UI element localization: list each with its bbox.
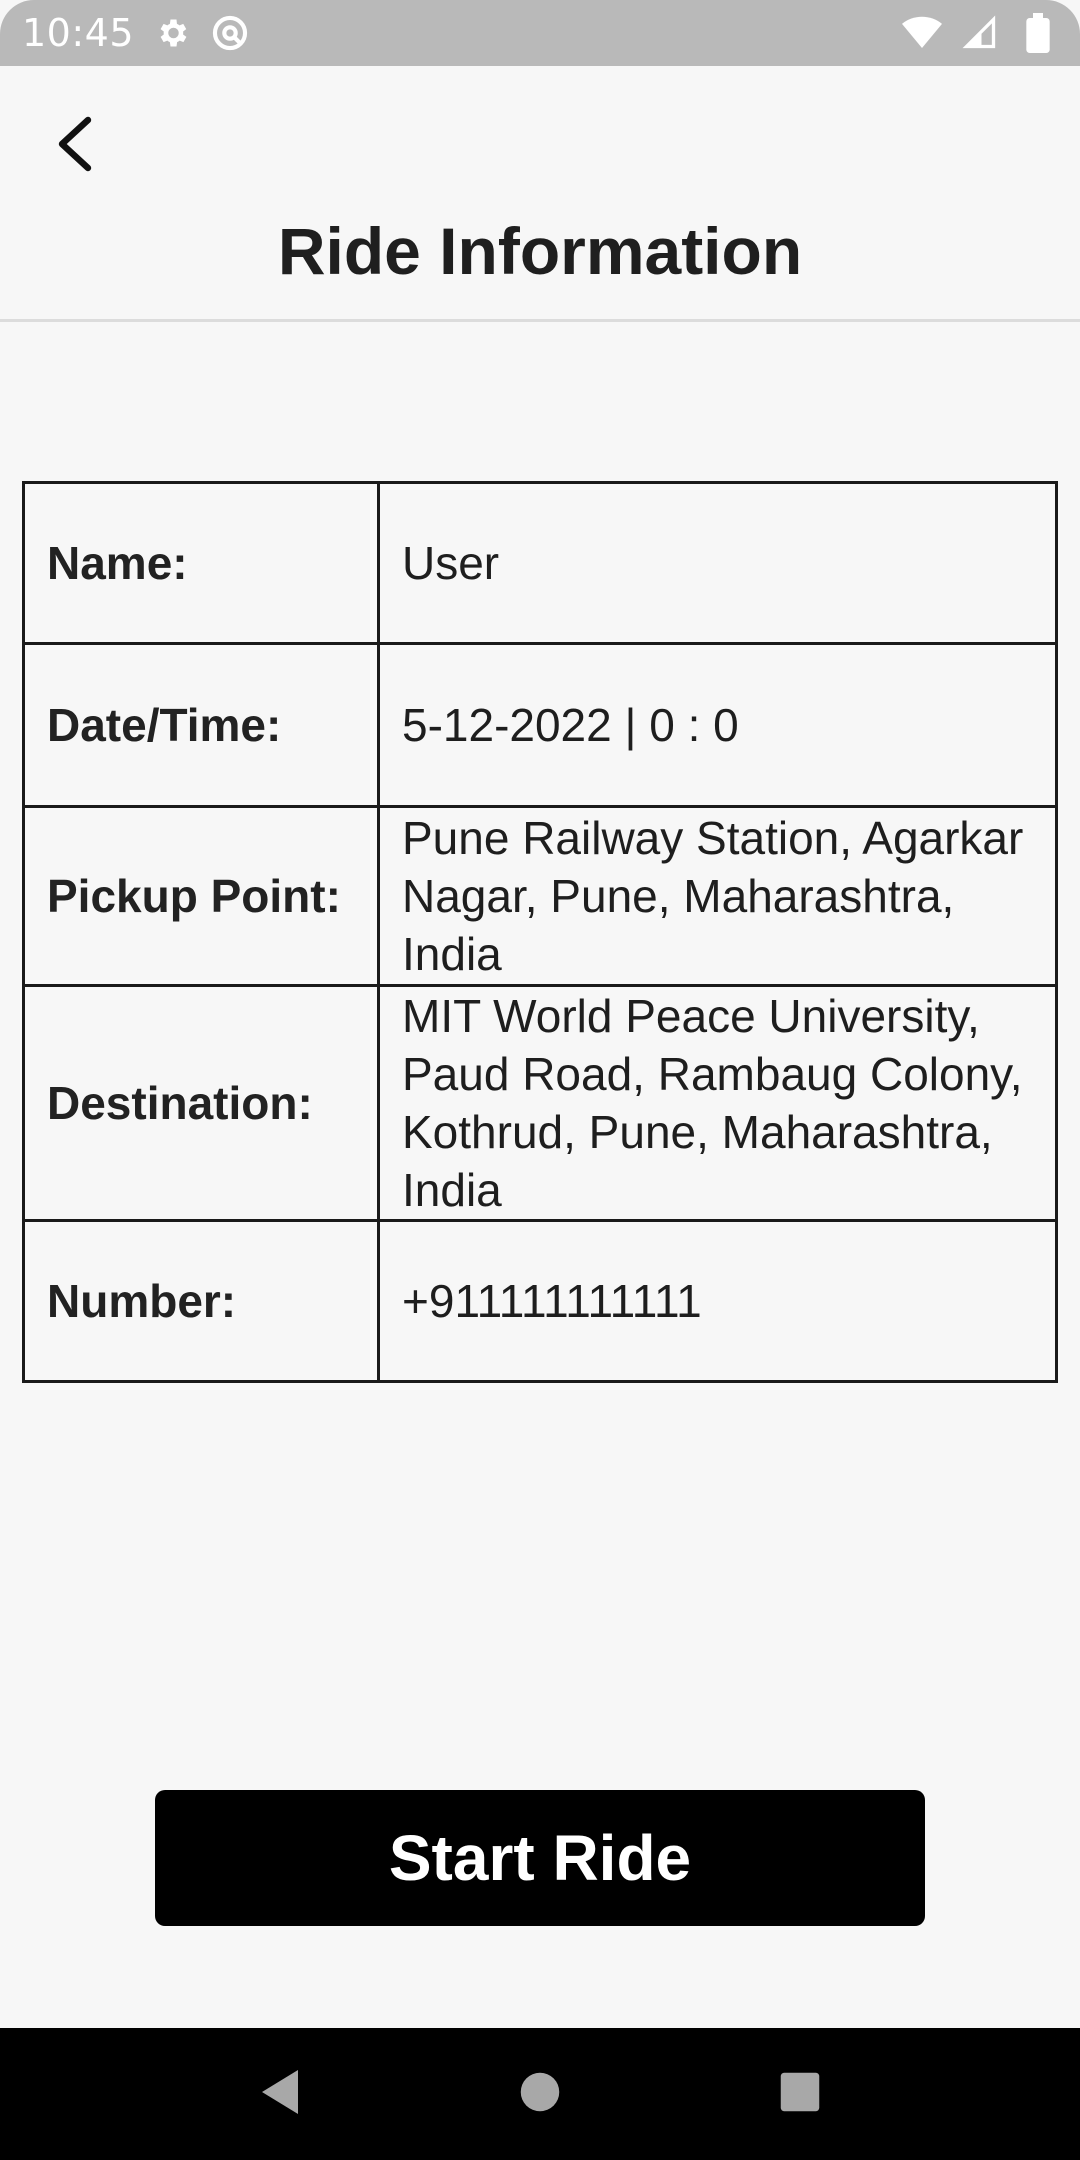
table-row: Number: +911111111111 (22, 1219, 1058, 1383)
wifi-icon (902, 13, 942, 53)
status-time: 10:45 (22, 11, 135, 55)
nav-home-icon (519, 2071, 561, 2118)
table-row: Pickup Point: Pune Railway Station, Agar… (22, 805, 1058, 987)
datetime-label: Date/Time: (22, 642, 380, 808)
destination-label: Destination: (22, 984, 380, 1222)
name-value: User (377, 481, 1058, 645)
number-value: +911111111111 (377, 1219, 1058, 1383)
status-bar: 10:45 (0, 0, 1080, 66)
destination-value: MIT World Peace University, Paud Road, R… (377, 984, 1058, 1222)
number-label: Number: (22, 1219, 380, 1383)
gear-icon (152, 13, 192, 53)
signal-icon (960, 13, 1000, 53)
nav-back-icon (258, 2068, 302, 2121)
table-row: Date/Time: 5-12-2022 | 0 : 0 (22, 642, 1058, 808)
name-label: Name: (22, 481, 380, 645)
pickup-label: Pickup Point: (22, 805, 380, 987)
battery-icon (1018, 13, 1058, 53)
back-arrow-icon (52, 114, 100, 179)
at-sign-icon (210, 13, 250, 53)
table-row: Name: User (22, 481, 1058, 645)
system-nav-bar (0, 2028, 1080, 2160)
app-header: Ride Information (0, 66, 1080, 322)
pickup-value: Pune Railway Station, Agarkar Nagar, Pun… (377, 805, 1058, 987)
datetime-value: 5-12-2022 | 0 : 0 (377, 642, 1058, 808)
nav-home-button[interactable] (495, 2049, 585, 2139)
back-button[interactable] (36, 106, 116, 186)
nav-back-button[interactable] (235, 2049, 325, 2139)
nav-recents-icon (779, 2071, 821, 2118)
start-ride-button[interactable]: Start Ride (155, 1790, 925, 1926)
nav-recents-button[interactable] (755, 2049, 845, 2139)
status-bar-right (902, 13, 1058, 53)
status-bar-left: 10:45 (22, 11, 250, 55)
page-title: Ride Information (277, 214, 803, 288)
table-row: Destination: MIT World Peace University,… (22, 984, 1058, 1222)
ride-info-table: Name: User Date/Time: 5-12-2022 | 0 : 0 … (22, 481, 1058, 1383)
